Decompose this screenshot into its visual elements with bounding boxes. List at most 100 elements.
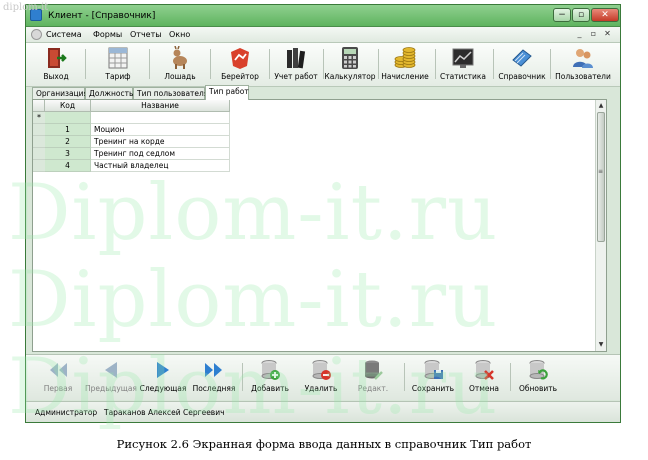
coins-icon <box>394 47 416 68</box>
menu-forms[interactable]: Формы <box>93 30 122 39</box>
toolbar-statistics-button[interactable]: Статистика <box>438 46 488 84</box>
scroll-grip-icon: ≡ <box>598 168 604 175</box>
db-refresh-icon <box>529 360 548 380</box>
db-add-icon <box>261 360 280 380</box>
grid-corner <box>33 100 45 112</box>
row-indicator[interactable] <box>33 136 45 148</box>
name-cell[interactable]: Тренинг на корде <box>91 136 230 148</box>
toolbar-reference-button[interactable]: Справочник <box>496 46 548 84</box>
db-edit-icon <box>365 360 383 380</box>
toolbar-rider-button[interactable]: Берейтор <box>214 46 266 84</box>
window-title: Клиент - [Справочник] <box>48 11 156 21</box>
toolbar-work-accounting-label: Учет работ <box>274 72 318 81</box>
mdi-restore-button[interactable]: ▫ <box>588 29 599 40</box>
menu-bar: Система Формы Отчеты Окно _ ▫ ✕ <box>26 27 620 43</box>
statistics-icon <box>452 48 474 68</box>
nav-edit-button[interactable]: Редакт. <box>350 359 396 397</box>
code-cell[interactable]: 1 <box>45 124 91 136</box>
minimize-button[interactable]: − <box>553 8 571 22</box>
nav-previous-label: Предыдущая <box>85 384 137 393</box>
tab-position[interactable]: Должность <box>85 87 133 99</box>
toolbar-exit-button[interactable]: Выход <box>32 46 80 84</box>
nav-previous-button[interactable]: Предыдущая <box>84 359 138 397</box>
nav-refresh-label: Обновить <box>518 384 558 393</box>
nav-cancel-label: Отмена <box>468 384 500 393</box>
data-grid: Код Название * 1 Моцион 2 Тренинг на кор… <box>32 99 607 352</box>
tariff-table-icon <box>108 47 128 69</box>
toolbar-horse-button[interactable]: Лошадь <box>154 46 206 84</box>
toolbar-tariff-button[interactable]: Тариф <box>92 46 144 84</box>
row-indicator[interactable] <box>33 148 45 160</box>
nav-next-button[interactable]: Следующая <box>139 359 187 397</box>
status-user-name: Тараканов Алексей Сергеевич <box>104 408 225 417</box>
toolbar-horse-label: Лошадь <box>164 72 196 81</box>
code-cell[interactable]: 2 <box>45 136 91 148</box>
books-icon <box>287 48 306 69</box>
next-record-icon <box>157 362 169 378</box>
menu-window[interactable]: Окно <box>169 30 190 39</box>
column-header-name[interactable]: Название <box>91 100 230 112</box>
toolbar-tariff-label: Тариф <box>105 72 131 81</box>
toolbar-users-label: Пользователи <box>555 72 611 81</box>
toolbar-exit-label: Выход <box>43 72 69 81</box>
db-cancel-icon <box>475 360 494 380</box>
nav-cancel-button[interactable]: Отмена <box>464 359 504 397</box>
tab-organization[interactable]: Организация <box>32 87 88 99</box>
mdi-close-button[interactable]: ✕ <box>602 29 613 40</box>
navigator-separator <box>242 363 243 391</box>
code-cell[interactable]: 4 <box>45 160 91 172</box>
watermark-small: diplom-it <box>3 2 49 13</box>
nav-add-label: Добавить <box>251 384 289 393</box>
code-cell[interactable]: 3 <box>45 148 91 160</box>
menu-system[interactable]: Система <box>46 30 82 39</box>
new-row-code-cell[interactable] <box>45 112 91 124</box>
title-bar[interactable]: Клиент - [Справочник] − ▫ ✕ <box>26 5 620 27</box>
toolbar-accrual-button[interactable]: Начисление <box>378 46 432 84</box>
scroll-down-arrow-icon[interactable]: ▼ <box>596 340 606 350</box>
toolbar-work-accounting-button[interactable]: Учет работ <box>270 46 322 84</box>
main-toolbar: Выход Тариф Лошадь Берейтор Учет работ К… <box>26 43 620 87</box>
menu-reports[interactable]: Отчеты <box>130 30 162 39</box>
system-menu-icon[interactable] <box>31 29 42 40</box>
db-delete-icon <box>312 360 331 380</box>
app-window: Клиент - [Справочник] − ▫ ✕ Система Форм… <box>25 4 621 423</box>
figure-caption: Рисунок 2.6 Экранная форма ввода данных … <box>116 437 532 451</box>
first-record-icon <box>50 363 67 377</box>
name-cell[interactable]: Моцион <box>91 124 230 136</box>
tab-work-type[interactable]: Тип работ <box>205 85 249 100</box>
maximize-button[interactable]: ▫ <box>572 8 590 22</box>
toolbar-separator <box>493 49 494 79</box>
new-row-name-cell[interactable] <box>91 112 230 124</box>
toolbar-users-button[interactable]: Пользователи <box>551 46 615 84</box>
name-cell[interactable]: Частный владелец <box>91 160 230 172</box>
nav-first-button[interactable]: Первая <box>36 359 80 397</box>
nav-next-label: Следующая <box>139 384 187 393</box>
nav-refresh-button[interactable]: Обновить <box>514 359 562 397</box>
vertical-scrollbar[interactable]: ▲ ≡ ▼ <box>595 100 606 351</box>
close-button[interactable]: ✕ <box>591 8 619 22</box>
row-indicator[interactable] <box>33 160 45 172</box>
tab-user-type[interactable]: Тип пользователя <box>133 87 208 99</box>
toolbar-accrual-label: Начисление <box>381 72 429 81</box>
nav-add-button[interactable]: Добавить <box>246 359 294 397</box>
name-cell[interactable]: Тренинг под седлом <box>91 148 230 160</box>
nav-last-button[interactable]: Последняя <box>190 359 238 397</box>
toolbar-statistics-label: Статистика <box>440 72 486 81</box>
scroll-thumb[interactable] <box>597 112 605 242</box>
toolbar-calculator-button[interactable]: Калькулятор <box>324 46 376 84</box>
new-row-indicator[interactable]: * <box>33 112 45 124</box>
nav-first-label: Первая <box>43 384 73 393</box>
row-indicator[interactable] <box>33 124 45 136</box>
column-header-code[interactable]: Код <box>45 100 91 112</box>
scroll-up-arrow-icon[interactable]: ▲ <box>596 101 606 111</box>
navigator-separator <box>510 363 511 391</box>
toolbar-reference-label: Справочник <box>498 72 546 81</box>
record-navigator: Первая Предыдущая Следующая Последняя До… <box>26 354 620 400</box>
mdi-minimize-button[interactable]: _ <box>574 29 585 40</box>
prev-record-icon <box>105 362 117 378</box>
nav-delete-button[interactable]: Удалить <box>298 359 344 397</box>
nav-delete-label: Удалить <box>304 384 338 393</box>
toolbar-separator <box>210 49 211 79</box>
nav-save-button[interactable]: Сохранить <box>406 359 460 397</box>
toolbar-separator <box>435 49 436 79</box>
